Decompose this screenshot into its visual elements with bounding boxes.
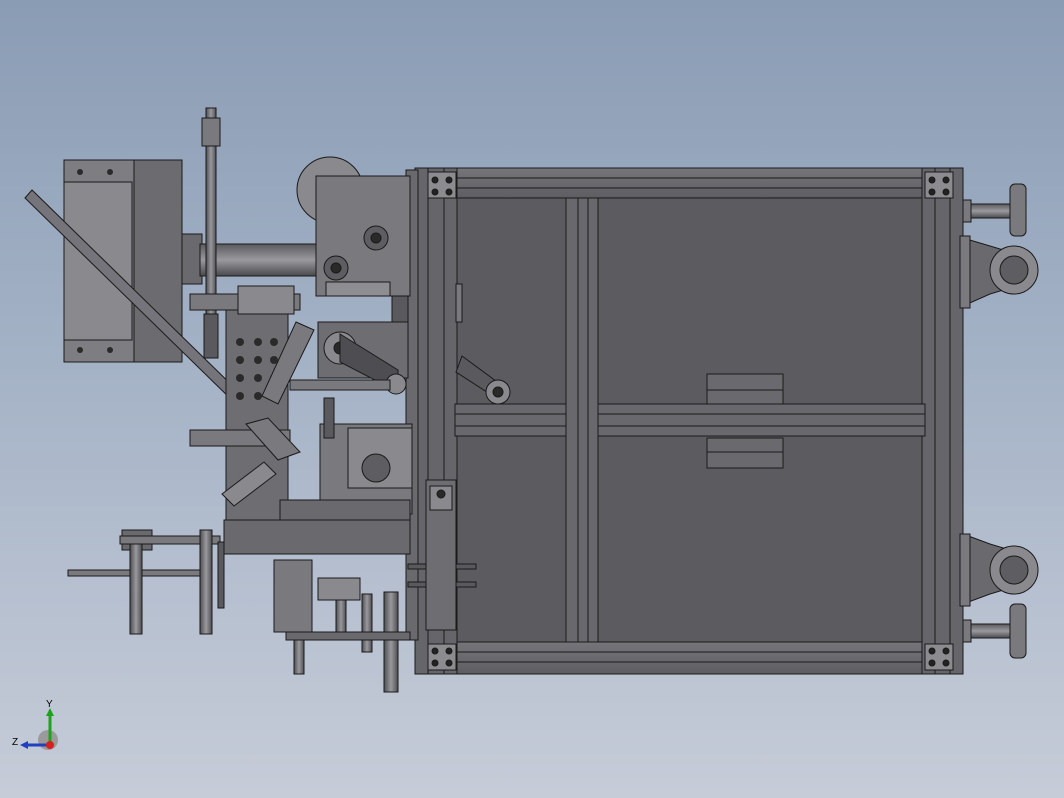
leveling-foot-lower[interactable] <box>962 603 1027 659</box>
machine-assembly-model[interactable] <box>0 0 1064 798</box>
corner-connector-tr <box>924 171 954 199</box>
gear-housing[interactable] <box>315 175 411 297</box>
caster-wheel-upper[interactable] <box>959 235 1039 309</box>
frame-bottom-rail <box>414 641 964 675</box>
frame-top-rail <box>414 167 964 199</box>
coordinate-triad: Y Z <box>8 700 68 760</box>
axis-label-y: Y <box>46 699 53 710</box>
vertical-slide[interactable] <box>425 479 457 631</box>
main-horizontal-shaft[interactable] <box>181 233 321 285</box>
door-handle-upper <box>706 373 784 405</box>
corner-connector-bl <box>427 643 457 671</box>
corner-connector-br <box>924 643 954 671</box>
frame-right-post <box>921 167 964 675</box>
door-handle-lower <box>706 437 784 469</box>
leveling-foot-upper[interactable] <box>962 183 1027 237</box>
corner-connector-tl <box>427 171 457 199</box>
drive-motor[interactable] <box>279 397 413 525</box>
frame-middle-rail <box>454 403 926 437</box>
frame-inner-post <box>565 197 599 643</box>
vertical-guide-rod[interactable] <box>201 107 221 359</box>
triad-axes-graphic <box>20 708 58 750</box>
main-frame[interactable] <box>414 167 964 675</box>
axis-label-z: Z <box>12 737 19 748</box>
turntable-assembly[interactable] <box>67 529 225 635</box>
caster-wheel-lower[interactable] <box>959 533 1039 607</box>
cad-viewport[interactable]: Y Z <box>0 0 1064 798</box>
